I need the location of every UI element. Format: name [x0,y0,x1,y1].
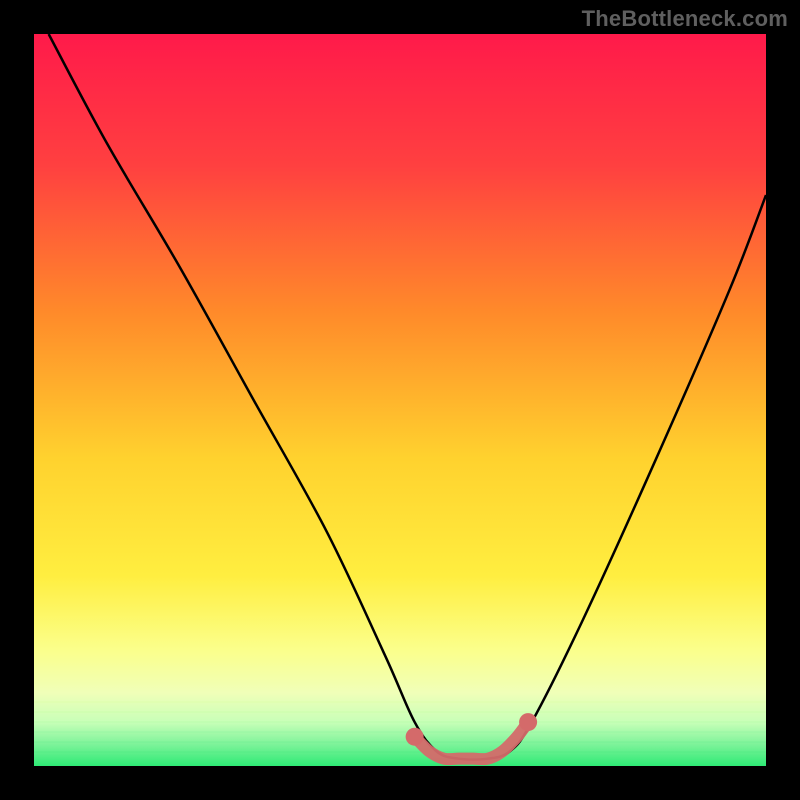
minimum-band [415,722,528,759]
minimum-endpoint [406,728,424,746]
bottleneck-curve [34,34,766,766]
chart-frame: TheBottleneck.com [0,0,800,800]
watermark-text: TheBottleneck.com [582,6,788,32]
minimum-endpoint [519,713,537,731]
curve-path [49,34,766,760]
plot-area [34,34,766,766]
